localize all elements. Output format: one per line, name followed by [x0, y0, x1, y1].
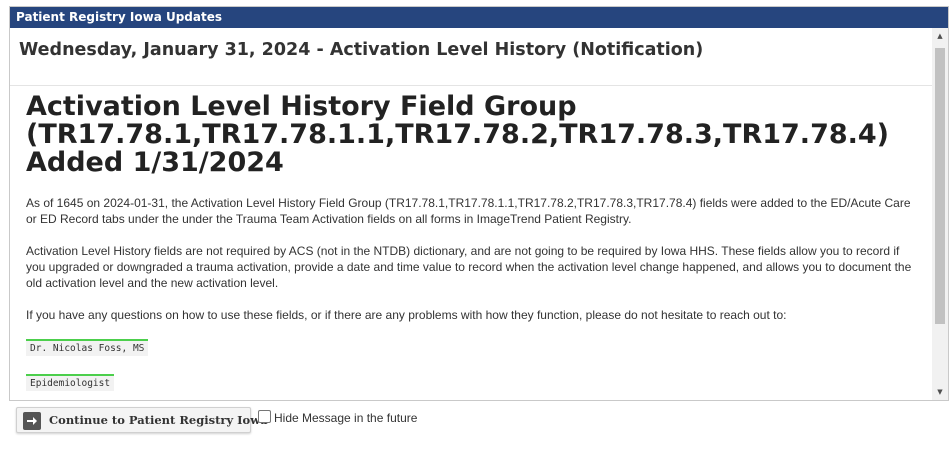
updates-dialog: Patient Registry Iowa Updates Wednesday,… — [9, 6, 949, 401]
notice-header: Wednesday, January 31, 2024 - Activation… — [10, 28, 932, 86]
hide-message-label[interactable]: Hide Message in the future — [274, 411, 417, 425]
article-paragraph-1: As of 1645 on 2024-01-31, the Activation… — [26, 196, 911, 226]
scrollbar-thumb[interactable] — [935, 48, 945, 324]
vertical-scrollbar[interactable]: ▲ ▼ — [932, 28, 948, 400]
article-paragraph-2: Activation Level History fields are not … — [26, 244, 912, 290]
hide-message-checkbox[interactable] — [258, 410, 271, 423]
arrow-right-icon — [23, 412, 41, 430]
contact-name-tag: Dr. Nicolas Foss, MS — [26, 339, 149, 356]
notice-body: Activation Level History Field Group (TR… — [10, 87, 932, 400]
continue-button-label: Continue to Patient Registry Iowa — [49, 413, 268, 427]
chevron-up-icon[interactable]: ▲ — [932, 28, 948, 44]
notice-date-title: Wednesday, January 31, 2024 - Activation… — [19, 40, 704, 60]
continue-button[interactable]: Continue to Patient Registry Iowa — [16, 407, 268, 433]
dialog-title: Patient Registry Iowa Updates — [10, 7, 948, 28]
contact-role-tag: Epidemiologist — [26, 374, 115, 391]
chevron-down-icon[interactable]: ▼ — [932, 384, 948, 400]
article-paragraph-3: If you have any questions on how to use … — [26, 308, 787, 322]
article-heading: Activation Level History Field Group (TR… — [26, 91, 890, 178]
